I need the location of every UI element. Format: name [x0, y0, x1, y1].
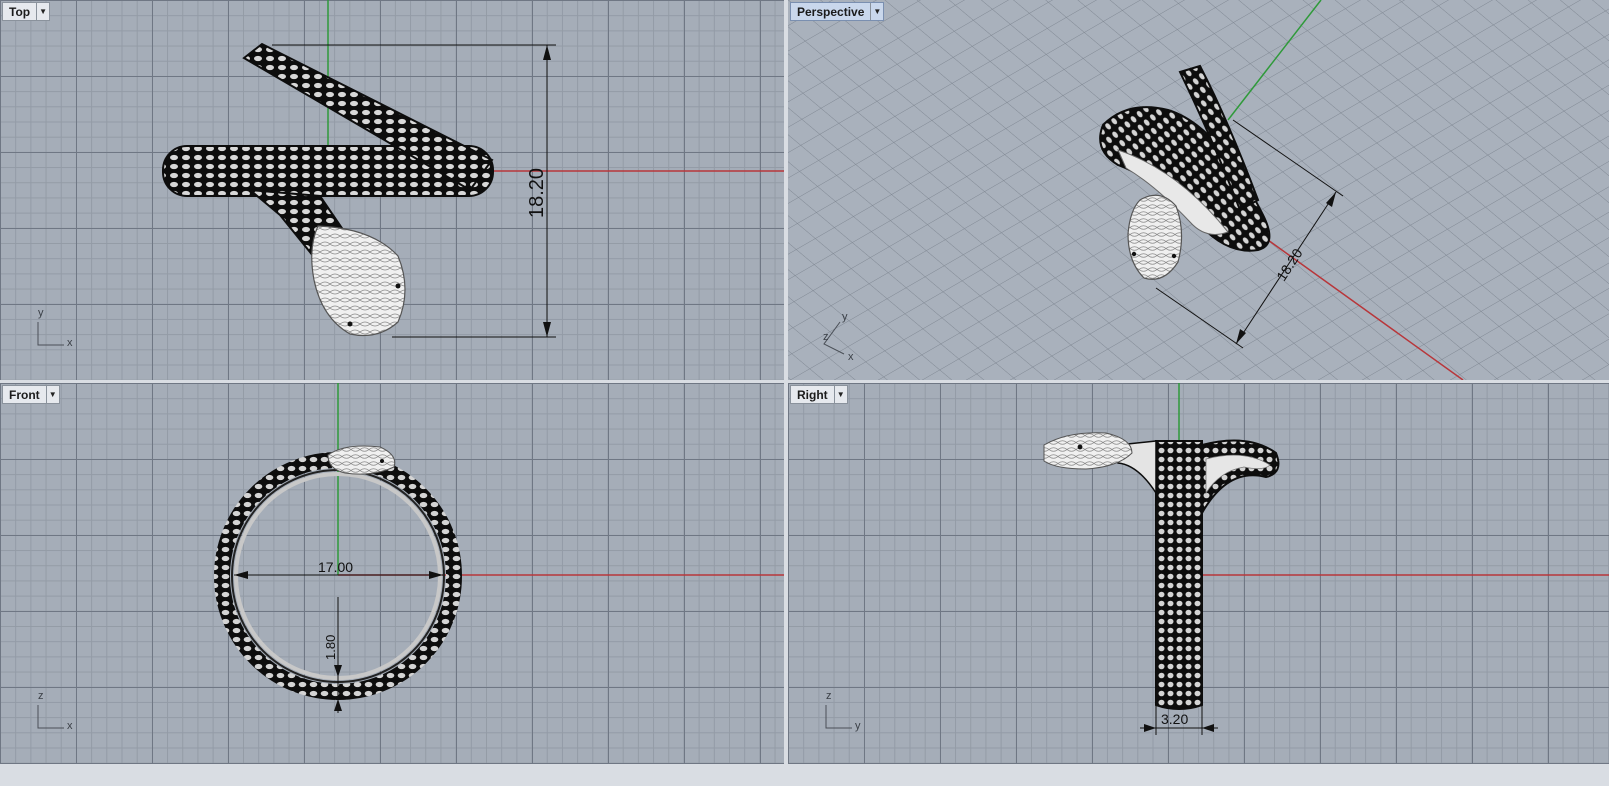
right-view-scene: 3.20 z y: [825, 383, 1609, 735]
dimension-label-width: 3.20: [1161, 711, 1188, 727]
axis-label-y: y: [842, 311, 848, 323]
dimension-arrow: [334, 665, 342, 677]
axis-label-z: z: [823, 331, 829, 343]
viewport-right[interactable]: Right ▼ 3.20 z y: [788, 383, 1609, 764]
dimension-arrow: [334, 699, 342, 711]
axis-label-x: x: [67, 337, 73, 349]
viewport-front[interactable]: Front ▼ 17.00 1.80 z x: [0, 383, 784, 764]
top-view-scene: 18.20 y x: [37, 0, 784, 349]
snake-head: [1127, 194, 1183, 280]
viewport-perspective[interactable]: Perspective ▼ 18.20 y z x: [788, 0, 1609, 380]
dropdown-arrow-icon[interactable]: ▼: [36, 3, 49, 20]
snake-eye: [1131, 251, 1137, 257]
viewport-right-title[interactable]: Right ▼: [790, 385, 848, 404]
dropdown-arrow-icon[interactable]: ▼: [833, 386, 847, 403]
viewport-perspective-label: Perspective: [797, 4, 865, 19]
dimension-arrow: [543, 322, 551, 337]
viewport-layout: Top ▼ 18.20 y x Perspective ▼ 18.20 y z …: [0, 0, 1609, 786]
viewport-top[interactable]: Top ▼ 18.20 y x: [0, 0, 784, 380]
axis-label-y: y: [38, 307, 44, 319]
axis-gizmo: [825, 705, 852, 729]
dimension-label-thickness: 1.80: [323, 635, 338, 660]
snake-head: [311, 225, 406, 337]
axis-gizmo: [37, 322, 64, 346]
snake-eye: [395, 283, 401, 289]
axis-label-x: x: [67, 720, 73, 732]
snake-eye: [380, 459, 384, 463]
dropdown-arrow-icon[interactable]: ▼: [870, 3, 883, 20]
dimension-arrow: [1202, 724, 1214, 732]
front-view-scene: 17.00 1.80 z x: [37, 383, 784, 732]
snake-eye: [1171, 253, 1177, 259]
dropdown-arrow-icon[interactable]: ▼: [45, 386, 59, 403]
axis-label-z: z: [826, 690, 832, 702]
axis-gizmo: [37, 705, 64, 729]
snake-eye: [1077, 444, 1083, 450]
viewport-top-label: Top: [9, 4, 31, 19]
viewport-perspective-title[interactable]: Perspective ▼: [790, 2, 885, 21]
perspective-view-scene: 18.20 y z x: [788, 0, 1609, 380]
viewport-top-title[interactable]: Top ▼: [2, 2, 51, 21]
snake-head: [327, 445, 396, 475]
axis-label-z: z: [38, 690, 44, 702]
dimension-arrow: [543, 45, 551, 60]
viewport-right-label: Right: [797, 387, 828, 402]
ring-shank: [1155, 440, 1203, 710]
viewport-front-title[interactable]: Front ▼: [2, 385, 60, 404]
dimension-arrow: [1144, 724, 1156, 732]
dimension-label-top: 18.20: [526, 168, 548, 218]
snake-eye: [347, 321, 353, 327]
axis-label-y: y: [855, 720, 861, 732]
viewport-front-label: Front: [9, 387, 40, 402]
dimension-label-diameter: 17.00: [318, 559, 353, 575]
axis-label-x: x: [848, 351, 854, 363]
